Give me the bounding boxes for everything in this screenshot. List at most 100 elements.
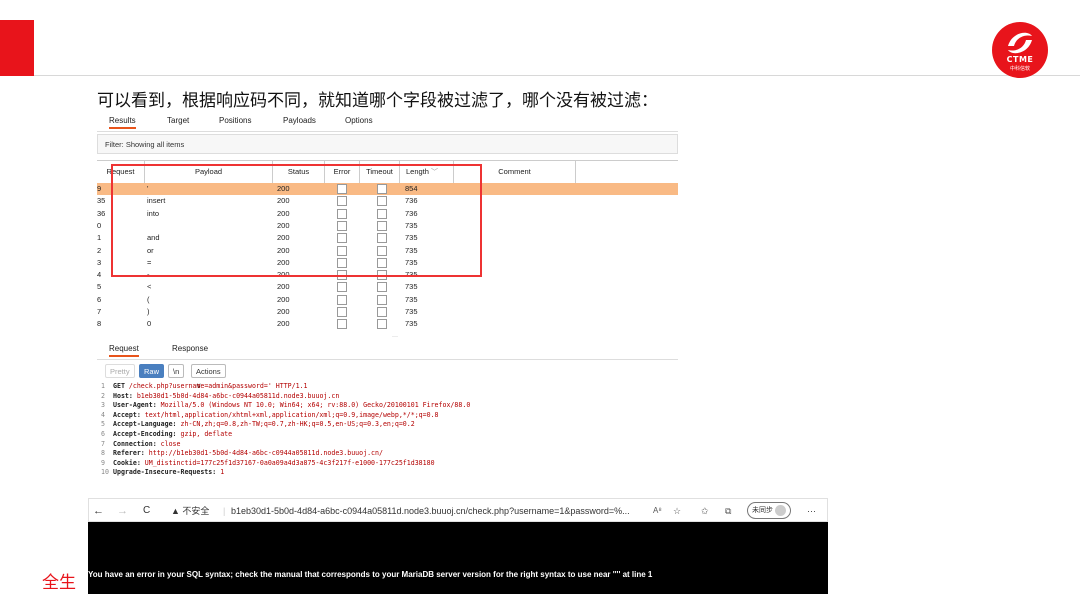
status-cell: 200 [277,307,290,316]
sql-error-message: You have an error in your SQL syntax; ch… [88,570,653,579]
header-value: text/html,application/xhtml+xml,applicat… [140,410,439,419]
profile-button[interactable]: 未同步 [747,502,791,519]
request-line[interactable]: 7 Connection: close [101,440,181,450]
header-value: Mozilla/5.0 (Windows NT 10.0; Win64; x64… [156,401,471,410]
request-line[interactable]: 9 Cookie: UM_distinctid=177c25f1d37167-0a… [101,459,435,469]
request-line[interactable]: 8 Referer: http://b1eb30d1-5b0d-4d84-a6bc… [101,449,383,459]
tab-payloads[interactable]: Payloads [283,116,316,125]
reload-icon[interactable]: C [143,504,150,518]
header-name: Accept: [113,410,141,419]
profile-label: 未同步 [752,507,773,514]
table-row[interactable]: 6 (200 735 [97,294,678,306]
header-name: Accept-Language: [113,420,177,429]
extensions-icon[interactable]: ⧉ [725,504,731,518]
header-value: close [156,439,181,448]
table-row[interactable]: 5 <200 735 [97,281,678,293]
request-line[interactable]: 6 Accept-Encoding: gzip, deflate [101,430,232,440]
line-number: 1 [101,382,105,390]
insecure-badge[interactable]: ▲ 不安全 [171,504,209,518]
header-name: Accept-Encoding: [113,430,177,438]
browser-address-bar: ← → C ▲ 不安全 | b1eb30d1-5b0d-4d84-a6bc-c0… [88,498,828,522]
collections-icon[interactable]: ✩ [701,504,709,518]
header-value: zh-CN,zh;q=0.8,zh-TW;q=0.7,zh-HK;q=0.5,e… [176,420,415,429]
line-number: 2 [101,391,105,400]
header-name: Connection: [113,439,157,448]
highlight-box [111,164,482,277]
length-cell: 735 [405,319,418,329]
results-tabbar: Results Target Positions Payloads Option… [97,112,678,132]
avatar [774,504,786,516]
filter-bar[interactable]: Filter: Showing all items [97,134,678,154]
header-name: Host: [113,391,133,400]
tab-positions[interactable]: Positions [219,116,251,125]
url-separator: | [223,506,226,516]
header-value: 1 [216,468,225,477]
line-number: 8 [101,449,105,458]
logo-text: CTME [1006,55,1034,64]
line-number: 10 [101,468,109,477]
header-value: UM_distinctid=177c25f1d37167-0a0a09a4d3a… [140,458,435,467]
read-aloud-icon[interactable]: A⁸ [653,504,662,518]
length-cell: 735 [405,294,418,304]
burp-intruder-panel: Results Target Positions Payloads Option… [97,112,678,490]
request-line[interactable]: 4 Accept: text/html,application/xhtml+xml… [101,411,439,421]
request-cell: 7 [97,307,102,316]
line-number: 3 [101,401,105,410]
tab-target[interactable]: Target [167,116,189,125]
header-name: Cookie: [113,458,141,467]
forward-icon[interactable]: → [117,504,128,518]
request-line[interactable]: 2 Host: b1eb30d1-5b0d-4d84-a6bc-c0944a058… [101,392,339,402]
header-name: Upgrade-Insecure-Requests: [113,468,217,477]
line-number: 5 [101,420,105,429]
raw-button[interactable]: Raw [139,364,165,378]
actions-button[interactable]: Actions ∨ [191,364,226,390]
line-number: 4 [101,410,105,419]
tab-options[interactable]: Options [345,116,373,125]
actions-label: Actions [196,367,221,376]
header-value: gzip, deflate [176,430,233,438]
length-cell: 735 [405,307,418,316]
header-name: User-Agent: [113,401,157,410]
timeout-checkbox[interactable] [377,319,387,330]
status-cell: 200 [277,294,290,304]
header-divider [34,75,1080,76]
favorite-icon[interactable]: ☆ [673,504,681,518]
newline-button[interactable]: \n [168,364,185,378]
header-name: GET [113,382,125,390]
line-number: 7 [101,439,105,448]
pretty-button[interactable]: Pretty [105,364,135,378]
payload-cell: < [147,282,152,292]
line-number: 6 [101,430,105,438]
error-checkbox[interactable] [337,307,347,317]
header-value: http://b1eb30d1-5b0d-4d84-a6bc-c0944a058… [144,449,383,458]
more-menu-icon[interactable]: ··· [807,504,816,518]
table-row[interactable]: 8 0 200 735 [97,318,678,330]
url-input[interactable]: b1eb30d1-5b0d-4d84-a6bc-c0944a05811d.nod… [231,504,647,518]
payload-cell: ) [147,307,150,316]
tab-results[interactable]: Results [109,116,136,129]
error-checkbox[interactable] [337,282,347,293]
timeout-checkbox[interactable] [377,294,387,305]
request-cell: 8 [97,319,102,329]
table-row[interactable]: 7) 200 735 [97,306,678,318]
back-icon[interactable]: ← [93,504,104,518]
error-checkbox[interactable] [337,294,347,305]
request-line[interactable]: 5 Accept-Language: zh-CN,zh;q=0.8,zh-TW;q… [101,420,415,430]
tab-request[interactable]: Request [109,344,139,357]
footer-text: 全生 [42,573,76,593]
header-name: Referer: [113,449,145,458]
error-checkbox[interactable] [337,319,347,330]
slide-accent-bar [0,20,34,76]
timeout-checkbox[interactable] [377,307,387,317]
request-line[interactable]: 10 Upgrade-Insecure-Requests: 1 [101,468,224,478]
request-line[interactable]: 1 GET /check.php?username=admin&password=… [101,382,308,392]
timeout-checkbox[interactable] [377,282,387,293]
logo-mark-icon [1008,32,1032,54]
slide-heading: 可以看到，根据响应码不同，就知道哪个字段被过滤了，哪个没有被过滤： [97,91,658,111]
tab-response[interactable]: Response [172,344,208,353]
request-line[interactable]: 3 User-Agent: Mozilla/5.0 (Windows NT 10.… [101,401,470,411]
request-cell: 5 [97,282,102,292]
status-cell: 200 [277,319,290,329]
length-cell: 735 [405,282,418,292]
header-value: b1eb30d1-5b0d-4d84-a6bc-c0944a05811d.nod… [132,391,340,400]
